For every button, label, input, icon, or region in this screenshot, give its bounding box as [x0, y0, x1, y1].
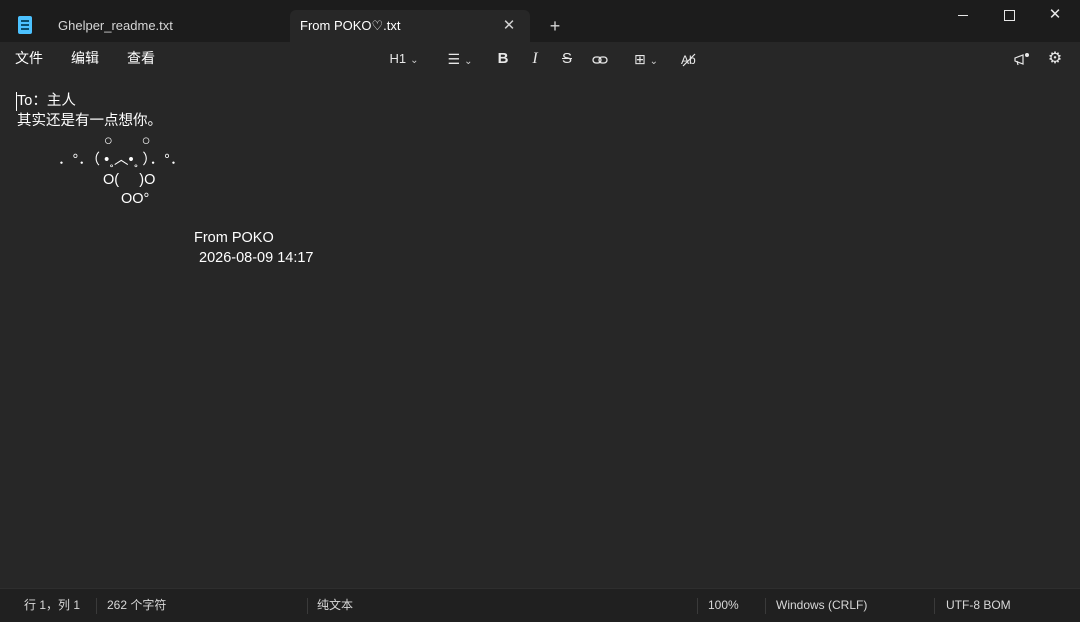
notepad-app-icon — [18, 16, 32, 34]
maximize-icon — [1003, 9, 1015, 21]
zoom-level[interactable]: 100% — [708, 589, 739, 622]
tab-ghelper-readme[interactable]: Ghelper_readme.txt — [44, 10, 284, 42]
close-window-button[interactable]: ✕ — [1032, 0, 1078, 30]
document-line: OO° — [121, 191, 150, 207]
menu-view[interactable]: 查看 — [127, 42, 155, 75]
announcement-button[interactable] — [1010, 47, 1034, 71]
document-line: ○ ○ — [104, 133, 151, 149]
list-dropdown[interactable]: ☰ ⌄ — [440, 47, 480, 71]
menu-file[interactable]: 文件 — [15, 42, 43, 75]
heading-dropdown[interactable]: H1 ⌄ — [384, 47, 424, 71]
document-line: ．°．（ •˳︿•˳ ）．°． — [58, 152, 185, 168]
document-line: To：主人 — [17, 93, 76, 109]
line-ending[interactable]: Windows (CRLF) — [776, 589, 867, 622]
list-icon: ☰ — [447, 51, 461, 67]
character-count: 262 个字符 — [107, 598, 167, 612]
spellcheck-icon: Ab — [681, 53, 696, 67]
document-line: 其实还是有一点想你。 — [17, 113, 162, 129]
status-divider — [934, 598, 935, 614]
menu-edit[interactable]: 编辑 — [71, 42, 99, 75]
bold-button[interactable]: B — [494, 47, 512, 71]
new-tab-button[interactable]: + — [544, 12, 566, 40]
tab-title: Ghelper_readme.txt — [58, 18, 173, 33]
text-format[interactable]: 纯文本 — [317, 589, 353, 622]
notepad-window: Ghelper_readme.txt From POKO♡.txt ✕ + ✕ … — [0, 0, 1080, 622]
strikethrough-button[interactable]: S — [558, 47, 576, 71]
spellcheck-button[interactable]: Ab — [678, 47, 700, 71]
tab-title: From POKO♡.txt — [300, 18, 401, 33]
maximize-button[interactable] — [986, 0, 1032, 30]
document-line: From POKO — [194, 230, 274, 246]
document-line: 2026-08-09 14:17 — [199, 250, 314, 266]
chevron-down-icon: ⌄ — [410, 55, 419, 66]
minimize-button[interactable] — [940, 0, 986, 30]
table-dropdown[interactable]: ⊞ ⌄ — [626, 47, 666, 71]
chevron-down-icon: ⌄ — [464, 56, 473, 67]
heading-label: H1 — [389, 51, 407, 66]
status-divider — [307, 598, 308, 614]
megaphone-icon — [1014, 53, 1029, 66]
title-bar: Ghelper_readme.txt From POKO♡.txt ✕ + ✕ — [0, 0, 1080, 42]
cursor-position: 行 1，列 1 — [24, 598, 81, 612]
document-line: O( )O — [103, 172, 156, 188]
status-divider — [96, 598, 97, 614]
settings-button[interactable]: ⚙ — [1044, 47, 1066, 71]
encoding[interactable]: UTF-8 BOM — [946, 589, 1011, 622]
table-icon: ⊞ — [633, 51, 646, 67]
close-icon: ✕ — [1048, 6, 1062, 23]
close-tab-icon[interactable]: ✕ — [498, 10, 520, 42]
link-button[interactable] — [590, 47, 610, 71]
link-icon — [592, 56, 608, 64]
status-divider — [765, 598, 766, 614]
italic-button[interactable]: I — [526, 47, 544, 71]
minimize-icon — [958, 14, 968, 16]
status-divider — [697, 598, 698, 614]
text-editor[interactable]: To：主人 其实还是有一点想你。 ○ ○ ．°．（ •˳︿•˳ ）．°． O( … — [0, 75, 1080, 588]
tab-from-poko[interactable]: From POKO♡.txt ✕ — [290, 10, 530, 42]
chevron-down-icon: ⌄ — [649, 56, 659, 67]
menu-bar: 文件 编辑 查看 H1⌄ ☰⌄ B I S ⊞⌄ Ab ⚙ — [0, 42, 1080, 75]
status-bar: 行 1，列 1 262 个字符 纯文本 100% Windows (CRLF) … — [0, 588, 1080, 622]
